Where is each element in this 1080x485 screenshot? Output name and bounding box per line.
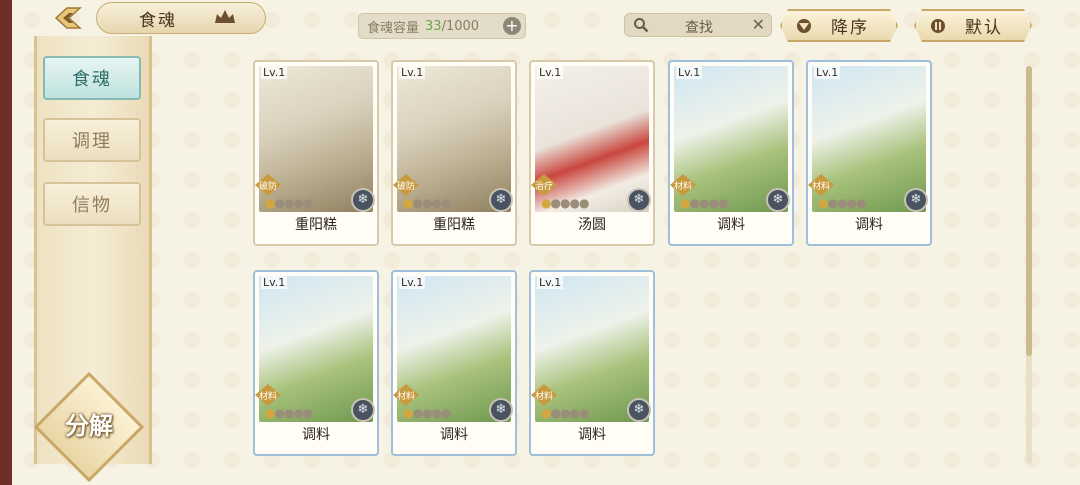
food-soul-card[interactable]: Lv.1 材料 ●●●●● ❄ 调料 xyxy=(391,270,517,456)
element-icon: ❄ xyxy=(766,188,790,212)
level-label: Lv.1 xyxy=(399,66,426,79)
level-label: Lv.1 xyxy=(676,66,703,79)
sort-mode-label: 默认 xyxy=(965,18,1003,38)
star-icon: ● xyxy=(440,196,452,210)
level-label: Lv.1 xyxy=(537,276,564,289)
element-icon: ❄ xyxy=(351,188,375,212)
card-name: 汤圆 xyxy=(578,217,606,233)
tab-conditioning[interactable]: 调理 xyxy=(43,118,141,162)
food-soul-card[interactable]: Lv.1 材料 ●●●●● ❄ 调料 xyxy=(253,270,379,456)
star-icon: ● xyxy=(431,406,442,420)
level-label: Lv.1 xyxy=(399,276,426,289)
sort-order-button[interactable]: 降序 xyxy=(780,9,898,42)
triangle-down-icon xyxy=(796,19,812,33)
level-label: Lv.1 xyxy=(814,66,841,79)
capacity-total: /1000 xyxy=(441,18,480,34)
top-bar: 食魂 食魂容量 33 /1000 + 查找 ✕ 降序 默认 xyxy=(12,0,1080,40)
star-icon: ● xyxy=(412,196,423,210)
tab-food-souls[interactable]: 食魂 xyxy=(43,56,141,100)
back-arrow-icon xyxy=(54,7,82,29)
search-placeholder: 查找 xyxy=(685,20,713,36)
star-icon: ● xyxy=(431,196,442,210)
food-soul-card[interactable]: Lv.1 破防 ●●●●● ❄ 重阳糕 xyxy=(253,60,379,246)
star-icon: ● xyxy=(717,196,729,210)
star-rating: ●●●●● xyxy=(265,196,314,210)
star-rating: ●●●●● xyxy=(403,406,452,420)
star-icon: ● xyxy=(274,196,285,210)
card-name: 调料 xyxy=(578,427,606,443)
star-icon: ● xyxy=(578,196,590,210)
star-icon: ● xyxy=(689,196,700,210)
food-soul-card[interactable]: Lv.1 材料 ●●●●● ❄ 调料 xyxy=(806,60,932,246)
element-icon: ❄ xyxy=(489,398,513,422)
star-icon: ● xyxy=(569,196,580,210)
element-icon: ❄ xyxy=(904,188,928,212)
search-input[interactable]: 查找 ✕ xyxy=(624,13,772,37)
decompose-label: 分解 xyxy=(65,411,113,440)
search-icon xyxy=(634,18,649,33)
star-icon: ● xyxy=(293,406,304,420)
card-name: 调料 xyxy=(302,427,330,443)
star-icon: ● xyxy=(578,406,590,420)
star-rating: ●●●●● xyxy=(403,196,452,210)
star-rating: ●●●●● xyxy=(680,196,729,210)
add-capacity-button[interactable]: + xyxy=(503,17,521,35)
star-icon: ● xyxy=(827,196,838,210)
card-name: 调料 xyxy=(717,217,745,233)
sort-mode-button[interactable]: 默认 xyxy=(914,9,1032,42)
star-icon: ● xyxy=(846,196,857,210)
star-icon: ● xyxy=(550,196,561,210)
scrollbar[interactable] xyxy=(1026,66,1032,464)
sort-arrows-icon xyxy=(930,19,946,33)
star-rating: ●●●●● xyxy=(541,406,590,420)
page-title: 食魂 xyxy=(139,10,177,31)
level-label: Lv.1 xyxy=(261,66,288,79)
back-button[interactable] xyxy=(48,3,88,33)
star-rating: ●●●●● xyxy=(265,406,314,420)
star-icon: ● xyxy=(569,406,580,420)
card-name: 调料 xyxy=(855,217,883,233)
star-icon: ● xyxy=(550,406,561,420)
star-rating: ●●●●● xyxy=(818,196,867,210)
food-soul-card[interactable]: Lv.1 材料 ●●●●● ❄ 调料 xyxy=(668,60,794,246)
tab-tokens[interactable]: 信物 xyxy=(43,182,141,226)
capacity-counter: 食魂容量 33 /1000 + xyxy=(358,13,526,39)
capacity-label: 食魂容量 xyxy=(367,20,420,36)
crown-icon[interactable] xyxy=(214,8,236,24)
element-icon: ❄ xyxy=(351,398,375,422)
sort-order-label: 降序 xyxy=(831,18,869,38)
star-icon: ● xyxy=(302,406,314,420)
element-icon: ❄ xyxy=(627,188,651,212)
tab-label: 食魂 xyxy=(72,69,112,90)
star-icon: ● xyxy=(274,406,285,420)
capacity-current: 33 xyxy=(425,18,442,34)
food-soul-card[interactable]: Lv.1 破防 ●●●●● ❄ 重阳糕 xyxy=(391,60,517,246)
card-name: 重阳糕 xyxy=(433,217,475,233)
star-icon: ● xyxy=(708,196,719,210)
star-icon: ● xyxy=(412,406,423,420)
element-icon: ❄ xyxy=(627,398,651,422)
card-name: 调料 xyxy=(440,427,468,443)
screen-frame: 食魂 食魂容量 33 /1000 + 查找 ✕ 降序 默认 食魂 调理 信物 分… xyxy=(12,0,1080,485)
tab-label: 信物 xyxy=(72,195,112,216)
clear-icon[interactable]: ✕ xyxy=(752,15,765,34)
level-label: Lv.1 xyxy=(261,276,288,289)
card-name: 重阳糕 xyxy=(295,217,337,233)
level-label: Lv.1 xyxy=(537,66,564,79)
page-title-plate: 食魂 xyxy=(96,2,266,34)
food-soul-card[interactable]: Lv.1 材料 ●●●●● ❄ 调料 xyxy=(529,270,655,456)
tab-label: 调理 xyxy=(72,131,112,152)
food-soul-card[interactable]: Lv.1 治疗 ●●●●● ❄ 汤圆 xyxy=(529,60,655,246)
star-icon: ● xyxy=(302,196,314,210)
star-icon: ● xyxy=(293,196,304,210)
element-icon: ❄ xyxy=(489,188,513,212)
star-icon: ● xyxy=(855,196,867,210)
star-icon: ● xyxy=(440,406,452,420)
scrollbar-thumb[interactable] xyxy=(1026,66,1032,356)
star-rating: ●●●●● xyxy=(541,196,590,210)
